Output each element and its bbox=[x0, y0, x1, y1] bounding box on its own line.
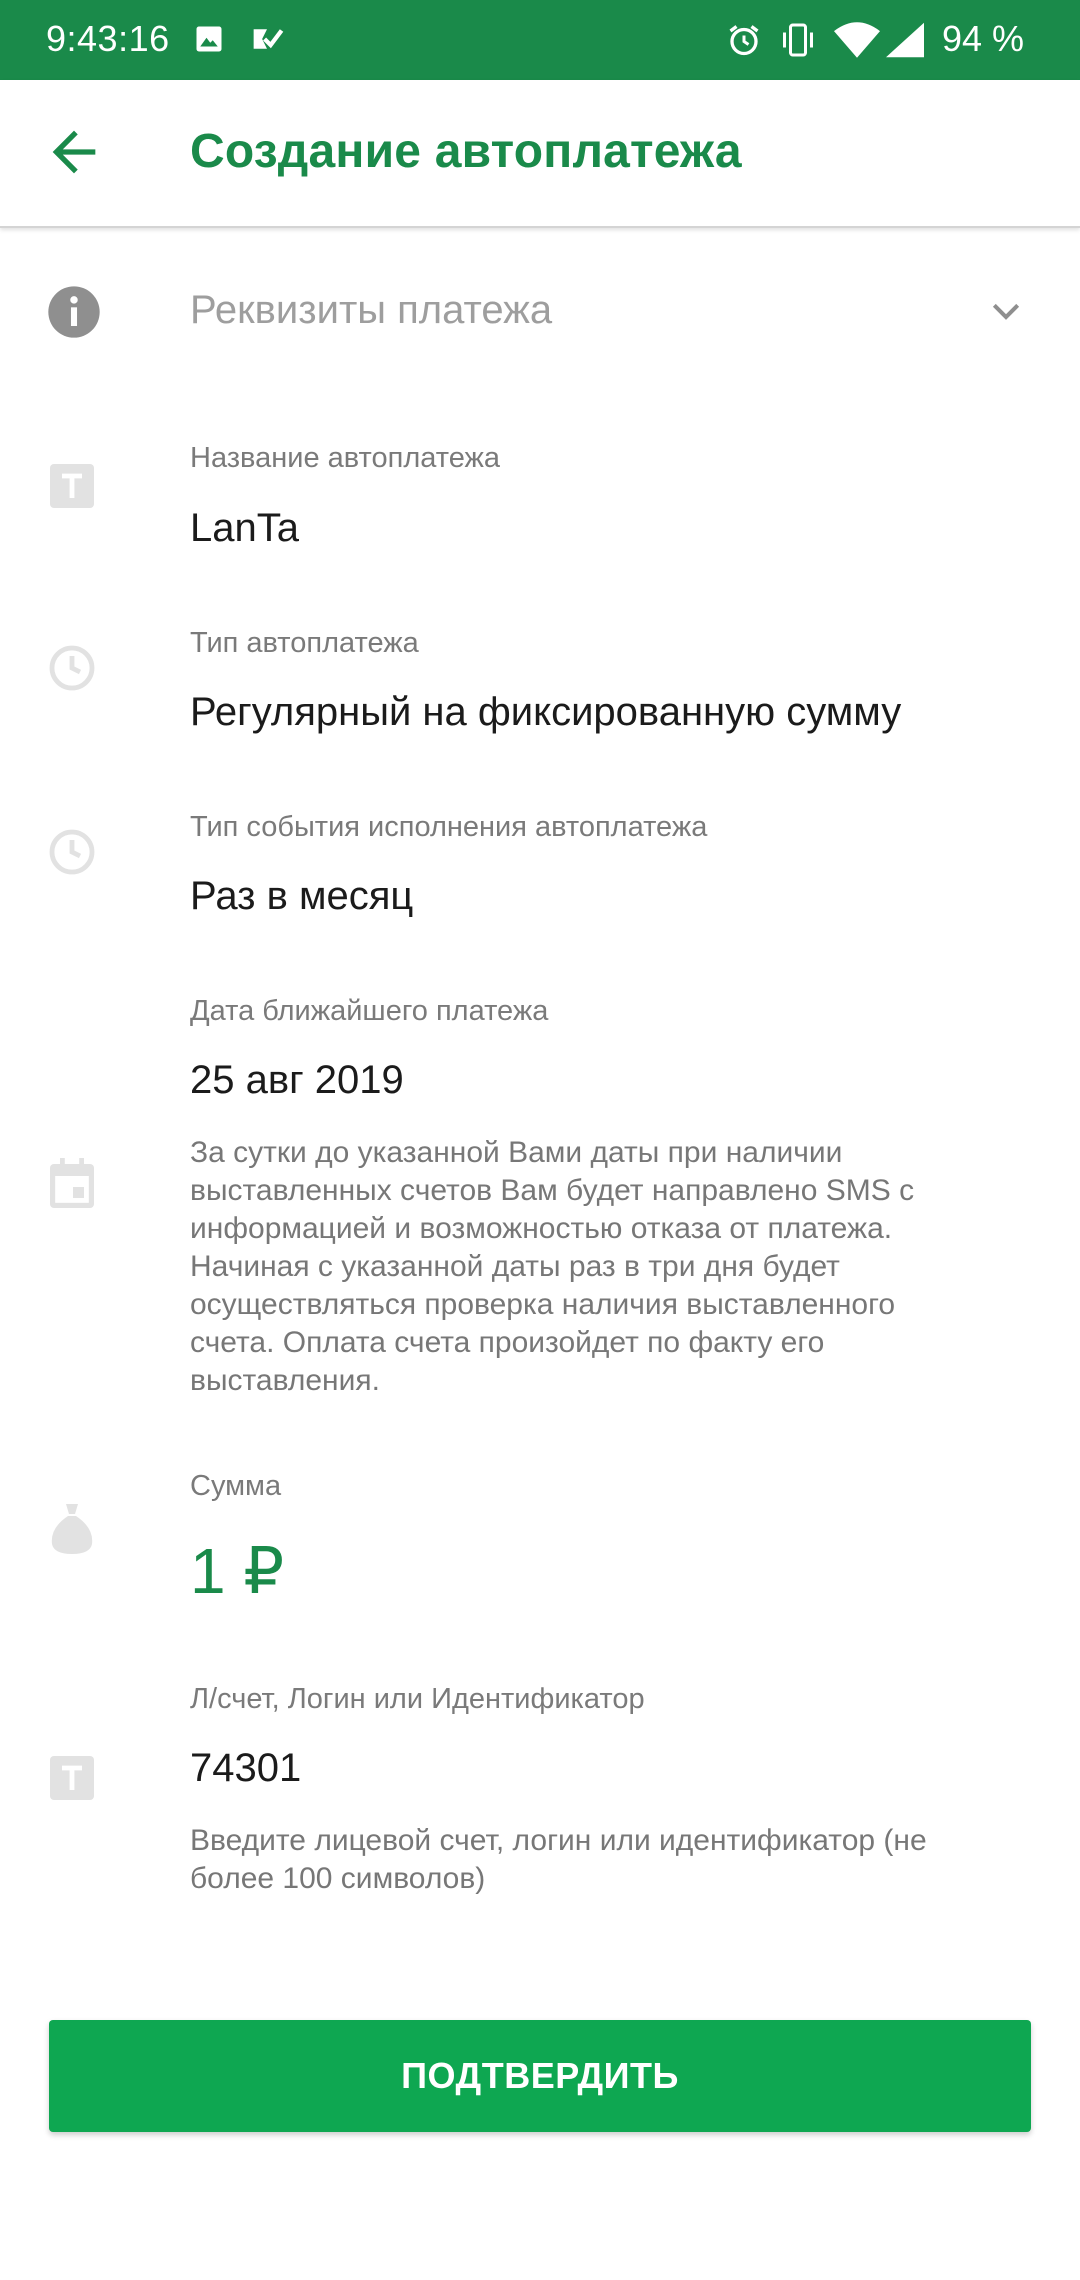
calendar-icon bbox=[50, 1158, 94, 1208]
battery-percent: 94 % bbox=[941, 18, 1024, 59]
task-check-icon bbox=[253, 29, 284, 49]
account-value[interactable]: 74301 bbox=[190, 1746, 301, 1791]
section-label: Реквизиты платежа bbox=[190, 288, 553, 332]
clock-icon bbox=[49, 829, 95, 875]
event-type-label: Тип события исполнения автоплатежа bbox=[190, 811, 708, 843]
autopay-type-value[interactable]: Регулярный на фиксированную сумму bbox=[190, 690, 901, 735]
text-field-icon bbox=[50, 464, 94, 508]
event-type-value[interactable]: Раз в месяц bbox=[190, 874, 413, 919]
arrow-left-icon bbox=[52, 130, 96, 174]
next-date-value[interactable]: 25 авг 2019 bbox=[190, 1058, 404, 1103]
wifi-icon bbox=[834, 22, 880, 58]
autopay-type-label: Тип автоплатежа bbox=[190, 627, 419, 659]
next-date-label: Дата ближайшего платежа bbox=[190, 995, 549, 1027]
autopay-name-value[interactable]: LanTa bbox=[190, 506, 299, 551]
status-time: 9:43:16 bbox=[46, 18, 170, 59]
confirm-button[interactable]: ПОДТВЕРДИТЬ bbox=[49, 2020, 1031, 2132]
info-icon bbox=[48, 286, 100, 338]
app-bar: Создание автоплатежа bbox=[0, 80, 1080, 228]
alarm-icon bbox=[729, 25, 759, 56]
autopay-name-label: Название автоплатежа bbox=[190, 442, 501, 474]
clock-icon bbox=[49, 645, 95, 691]
vibrate-icon bbox=[783, 23, 813, 57]
account-hint-text: Введите лицевой счет, логин или идентифи… bbox=[190, 1824, 927, 1895]
date-hint-text: За сутки до указанной Вами даты при нали… bbox=[190, 1136, 915, 1397]
status-bar: 9:43:16 94 % bbox=[0, 0, 1080, 80]
page-title: Создание автоплатежа bbox=[190, 125, 742, 178]
text-field-icon bbox=[50, 1756, 94, 1800]
amount-label: Сумма bbox=[190, 1470, 282, 1502]
money-bag-icon bbox=[51, 1504, 93, 1554]
account-label: Л/счет, Логин или Идентификатор bbox=[190, 1683, 645, 1715]
signal-icon bbox=[886, 22, 924, 58]
back-button[interactable] bbox=[42, 120, 106, 184]
chevron-down-icon bbox=[992, 303, 1020, 320]
amount-value[interactable]: 1 ₽ bbox=[190, 1534, 284, 1609]
payment-details-toggle[interactable]: Реквизиты платежа bbox=[0, 270, 1080, 352]
image-icon bbox=[196, 26, 222, 52]
